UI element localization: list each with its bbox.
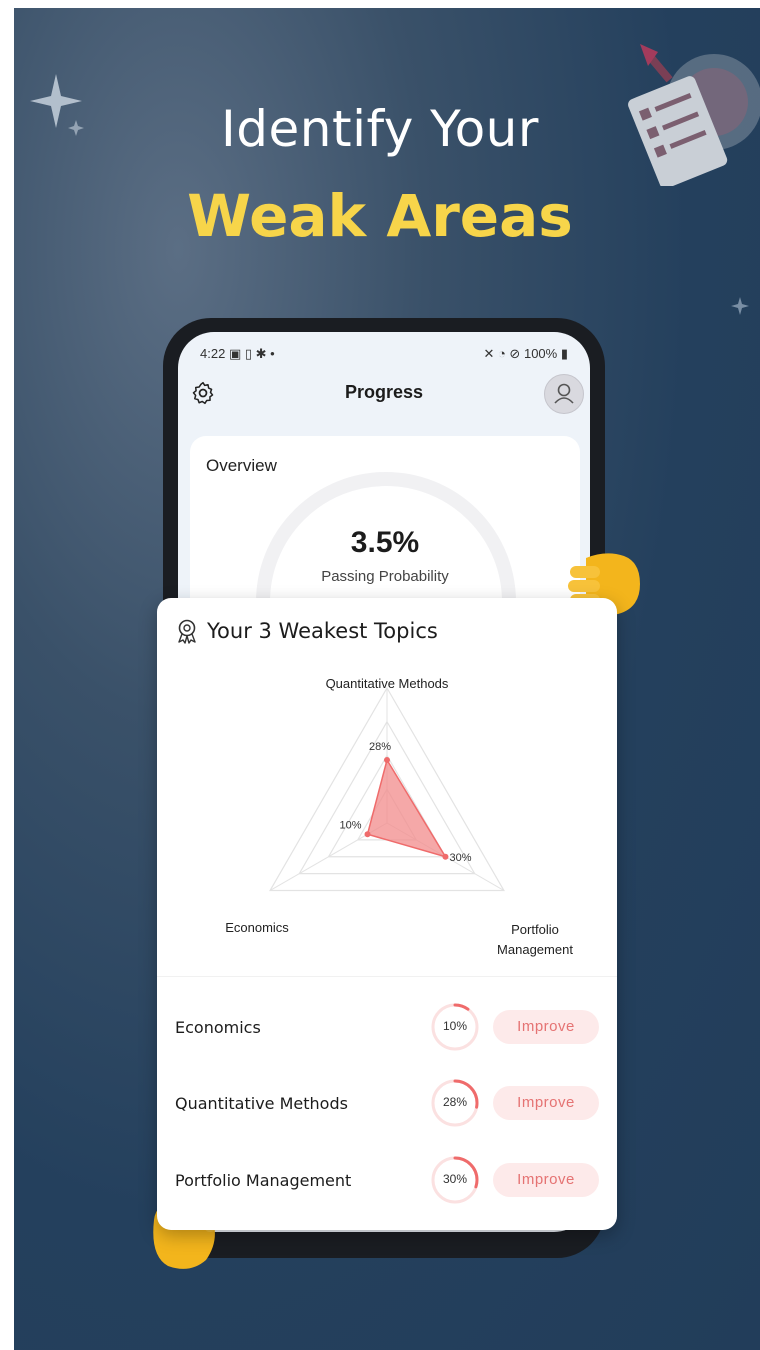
status-right: ✕ ◔ ⊘ 100% ▮ [483,346,568,364]
progress-ring: 30% [429,1154,481,1206]
improve-button[interactable]: Improve [493,1010,599,1044]
status-bar: 4:22 ▣ ▯ ✱ • ✕ ◔ ⊘ 100% ▮ [200,346,568,364]
headline-line2: Weak Areas [187,182,573,250]
connectivity-icons: ✕ ◔ ⊘ [483,346,521,361]
notification-icons: ▣ ▯ ✱ • [228,346,275,361]
radar-axis-label-right-line2: Management [497,942,573,957]
user-icon [554,383,574,404]
radar-axis-label-right: Portfolio Management [475,920,595,960]
award-badge-icon [178,619,196,644]
radar-axis-label-left: Economics [225,920,289,935]
radar-point [384,757,390,763]
radar-value-label: 28% [369,741,391,753]
battery-label: 100% [523,346,558,361]
status-time: 4:22 [200,346,226,361]
passing-probability-label: Passing Probability [321,568,449,585]
passing-probability-value: 3.5% [350,526,420,559]
radar-value-label: 30% [449,852,471,864]
topic-row: Economics 10% Improve [175,1002,599,1052]
topic-name: Economics [175,1017,261,1037]
topic-percent: 30% [442,1172,468,1186]
topic-row: Quantitative Methods 28% Improve [175,1078,599,1128]
weakest-topics-title: Your 3 Weakest Topics [207,619,438,643]
radar-value-label: 10% [340,819,362,831]
avatar[interactable] [544,374,584,414]
improve-button[interactable]: Improve [493,1086,599,1120]
topic-percent: 10% [442,1019,468,1033]
headline-line1: Identify Your [221,100,539,158]
weakest-topics-card: Your 3 Weakest Topics 28% 30% 10% Quantita… [157,598,617,1230]
radar-axis-label-top: Quantitative Methods [325,676,449,691]
progress-ring: 10% [429,1001,481,1053]
radar-point [364,831,371,838]
divider [157,976,617,977]
overview-title: Overview [206,456,277,475]
weakest-topics-header: Your 3 Weakest Topics [175,618,438,644]
sparkle-icon [731,297,749,315]
topic-name: Portfolio Management [175,1170,352,1190]
radar-area [366,758,448,859]
battery-icon: ▮ [560,346,568,361]
status-left: 4:22 ▣ ▯ ✱ • [200,346,275,364]
topic-percent: 28% [442,1095,468,1109]
topic-row: Portfolio Management 30% Improve [175,1155,599,1205]
topic-name: Quantitative Methods [175,1093,348,1113]
radar-axis-label-right-line1: Portfolio [511,922,559,937]
progress-ring: 28% [429,1077,481,1129]
radar-point [442,853,449,860]
improve-button[interactable]: Improve [493,1163,599,1197]
page-title: Progress [344,382,424,402]
